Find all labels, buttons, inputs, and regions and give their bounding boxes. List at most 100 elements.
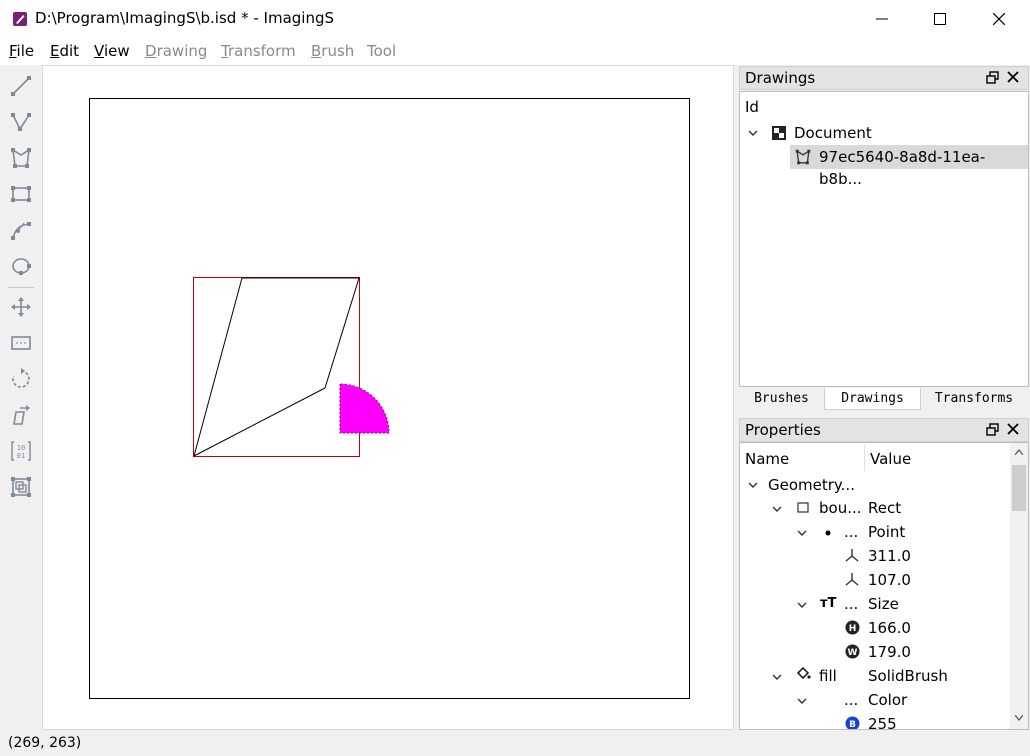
- polyline-tool-button[interactable]: [6, 107, 36, 137]
- tree-header-id: Id: [745, 98, 759, 116]
- curve-tool-button[interactable]: [6, 215, 36, 245]
- properties-dock-title: Properties: [739, 418, 1029, 442]
- rotate-tool-button[interactable]: [6, 364, 36, 394]
- ellipse-tool-icon: [12, 258, 31, 275]
- menu-view[interactable]: View: [94, 42, 130, 60]
- rectangle-tool-icon: [11, 186, 31, 202]
- column-header-value: Value: [870, 450, 912, 468]
- cursor-coordinates: (269, 263): [8, 735, 82, 751]
- float-icon[interactable]: [986, 71, 1000, 85]
- prop-value: 166.0: [868, 619, 911, 637]
- line-tool-button[interactable]: [6, 71, 36, 101]
- column-header-name: Name: [745, 450, 790, 468]
- scrollbar-thumb[interactable]: [1012, 465, 1026, 511]
- prop-name: ...: [844, 691, 859, 709]
- paint-bucket-icon: [796, 666, 811, 680]
- toolbar-separator: [8, 287, 34, 288]
- prop-value: Point: [868, 523, 906, 541]
- y-axis-icon: [845, 573, 859, 586]
- tab-drawings[interactable]: Drawings: [824, 388, 921, 410]
- move-tool-button[interactable]: [6, 292, 36, 322]
- window-title: D:\Program\ImagingS\b.isd * - ImagingS: [35, 9, 334, 27]
- x-axis-icon: [845, 549, 859, 562]
- line-tool-icon: [11, 76, 31, 96]
- chevron-down-icon[interactable]: [797, 600, 807, 610]
- scroll-up-icon[interactable]: [1015, 449, 1023, 455]
- menu-brush[interactable]: Brush: [311, 42, 354, 60]
- scroll-down-icon[interactable]: [1015, 715, 1023, 721]
- rect-icon: [797, 502, 809, 513]
- skew-tool-icon: [13, 405, 30, 425]
- vertical-scrollbar[interactable]: [1010, 443, 1028, 729]
- prop-name: bou...: [819, 499, 862, 517]
- size-icon: ᴛT: [820, 596, 837, 611]
- prop-value: Size: [868, 595, 899, 613]
- prop-name: fill: [819, 667, 837, 685]
- chevron-down-icon[interactable]: [772, 672, 782, 682]
- tree-item-document[interactable]: Document: [794, 122, 872, 144]
- polygon-tool-icon: [795, 149, 811, 165]
- point-icon: [825, 530, 831, 536]
- prop-value: 311.0: [868, 547, 911, 565]
- tool-bar: 10 01: [0, 65, 42, 730]
- svg-text:W: W: [848, 648, 858, 658]
- document-icon: [772, 126, 786, 140]
- transform-group-button[interactable]: [6, 472, 36, 502]
- move-tool-icon: [11, 297, 31, 317]
- rectangle-tool-button[interactable]: [6, 179, 36, 209]
- chevron-down-icon[interactable]: [797, 696, 807, 706]
- polyline-tool-icon: [11, 113, 31, 131]
- polygon-tool-button[interactable]: [6, 143, 36, 173]
- dock-tab-bar: Brushes Drawings Transforms: [739, 388, 1029, 410]
- chevron-down-icon[interactable]: [797, 528, 807, 538]
- app-icon: [13, 12, 27, 26]
- minimize-icon: [876, 18, 888, 20]
- skew-tool-button[interactable]: [6, 400, 36, 430]
- polygon-tool-icon: [11, 148, 31, 168]
- tab-brushes[interactable]: Brushes: [739, 388, 824, 410]
- prop-name: ...: [844, 595, 859, 613]
- chevron-down-icon[interactable]: [772, 504, 782, 514]
- svg-text:10: 10: [17, 444, 25, 452]
- menu-transform[interactable]: Transform: [221, 42, 296, 60]
- prop-value: SolidBrush: [868, 667, 948, 685]
- svg-text:01: 01: [17, 452, 25, 460]
- close-icon[interactable]: [1006, 70, 1020, 84]
- svg-text:B: B: [849, 720, 856, 730]
- close-icon[interactable]: [1006, 422, 1020, 436]
- ellipse-tool-button[interactable]: [6, 251, 36, 281]
- status-bar: (269, 263): [0, 730, 1030, 756]
- properties-tree[interactable]: Name Value Geometry... bou... Rect ... P…: [739, 442, 1029, 730]
- clip-tool-button[interactable]: [6, 328, 36, 358]
- float-icon[interactable]: [986, 423, 1000, 437]
- tree-item-drawing-label: 97ec5640-8a8d-11ea-b8b...: [819, 148, 986, 188]
- drawings-tree[interactable]: Id Document 97ec5640-8a8d-11ea-b8b...: [739, 91, 1029, 387]
- prop-name: ...: [844, 523, 859, 541]
- drawing-canvas[interactable]: [42, 65, 734, 730]
- prop-value: Rect: [868, 499, 902, 517]
- menu-tool[interactable]: Tool: [367, 42, 396, 60]
- close-button[interactable]: [970, 0, 1028, 38]
- minimize-button[interactable]: [853, 0, 911, 38]
- tab-transforms[interactable]: Transforms: [921, 388, 1027, 410]
- prop-value: 107.0: [868, 571, 911, 589]
- clip-tool-icon: [11, 336, 31, 350]
- close-icon: [993, 13, 1005, 25]
- matrix-tool-button[interactable]: 10 01: [6, 436, 36, 466]
- column-divider: [864, 445, 865, 471]
- width-icon: W: [845, 644, 860, 659]
- prop-value: 179.0: [868, 643, 911, 661]
- properties-dock-label: Properties: [745, 421, 821, 439]
- rotate-tool-icon: [12, 368, 30, 388]
- drawings-dock-label: Drawings: [745, 69, 816, 87]
- menu-drawing[interactable]: Drawing: [145, 42, 207, 60]
- blue-channel-icon: B: [845, 716, 860, 730]
- curve-tool-icon: [11, 222, 31, 240]
- maximize-button[interactable]: [911, 0, 969, 38]
- menu-bar: File Edit View Drawing Transform Brush T…: [0, 38, 1030, 65]
- menu-edit[interactable]: Edit: [50, 42, 79, 60]
- chevron-down-icon[interactable]: [748, 128, 758, 138]
- chevron-down-icon[interactable]: [748, 480, 758, 490]
- prop-value: Color: [868, 691, 908, 709]
- menu-file[interactable]: File: [9, 42, 34, 60]
